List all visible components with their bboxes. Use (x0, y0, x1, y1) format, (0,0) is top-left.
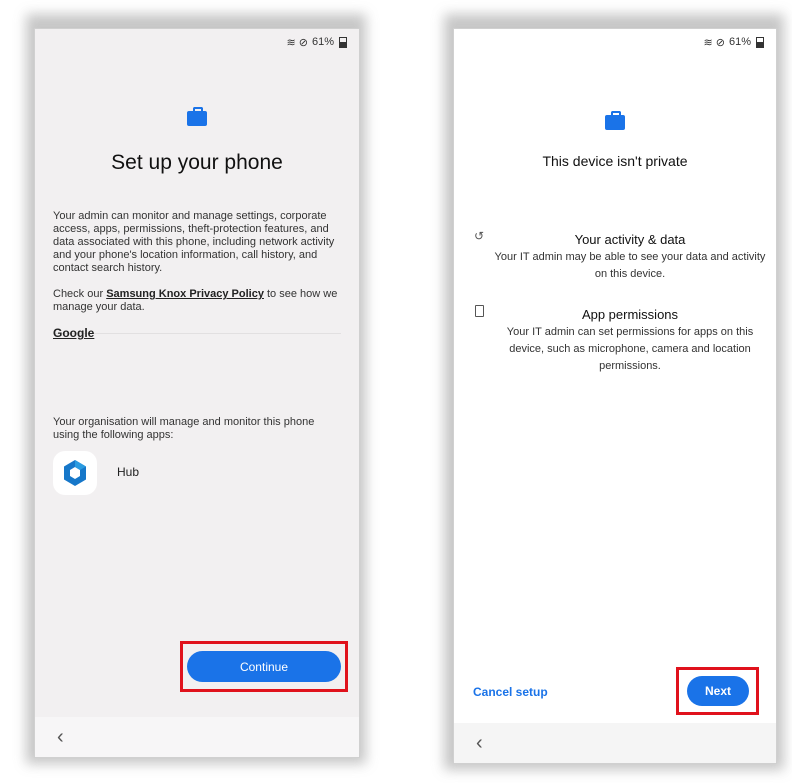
phone-screen-privacy: ≋ ⊘ 61% This device isn't private ↺ Your… (453, 28, 777, 764)
status-bar: ≋ ⊘ 61% (35, 29, 359, 55)
apps-intro: Your organisation will manage and monito… (53, 416, 315, 441)
section-permissions-desc: Your IT admin can set permissions for ap… (506, 326, 754, 372)
hub-app-icon (53, 451, 97, 495)
navigation-bar: ‹ (35, 717, 359, 757)
battery-level: 61% (728, 36, 751, 48)
back-icon[interactable]: ‹ (57, 726, 64, 749)
google-link[interactable]: Google (53, 326, 94, 340)
app-name: Hub (117, 465, 140, 479)
page-title: This device isn't private (542, 153, 688, 169)
page-title: Set up your phone (111, 151, 283, 174)
cancel-setup-button[interactable]: Cancel setup (473, 685, 548, 699)
battery-level: 61% (311, 36, 334, 48)
status-bar: ≋ ⊘ 61% (454, 29, 776, 55)
wifi-icon: ≋ (286, 36, 296, 49)
privacy-policy-link[interactable]: Samsung Knox Privacy Policy (106, 288, 264, 300)
device-info-icon (475, 305, 484, 320)
hub-icon (64, 460, 86, 486)
continue-button[interactable]: Continue (187, 651, 341, 682)
privacy-text: Check our Samsung Knox Privacy Policy to… (53, 288, 338, 313)
section-permissions-title: App permissions (581, 307, 679, 322)
phone-screen-setup: ≋ ⊘ 61% Set up your phone Your admin can… (34, 28, 360, 758)
back-icon[interactable]: ‹ (476, 732, 483, 755)
briefcase-icon (187, 107, 207, 126)
dnd-icon: ⊘ (298, 36, 308, 49)
briefcase-icon (605, 111, 625, 130)
section-activity-desc: Your IT admin may be able to see your da… (494, 251, 766, 280)
section-activity-title: Your activity & data (574, 232, 686, 247)
navigation-bar: ‹ (454, 723, 776, 763)
battery-icon (756, 36, 764, 48)
admin-description: Your admin can monitor and manage settin… (53, 210, 335, 274)
battery-icon (339, 36, 347, 48)
next-button[interactable]: Next (687, 676, 749, 706)
divider (53, 333, 341, 334)
wifi-icon: ≋ (703, 36, 713, 49)
dnd-icon: ⊘ (715, 36, 725, 49)
history-icon: ↺ (474, 229, 485, 243)
